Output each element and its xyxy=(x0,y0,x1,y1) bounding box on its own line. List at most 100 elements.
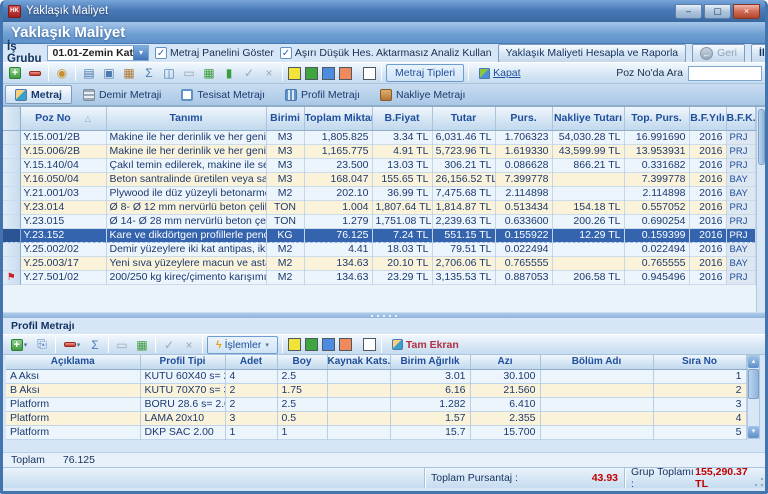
table-row[interactable]: PlatformLAMA 20x1030.51.572.3554 xyxy=(6,411,746,425)
remove-row-button[interactable] xyxy=(26,64,44,82)
table-row[interactable]: Y.21.001/03Plywood ile düz yüzeyli beton… xyxy=(3,186,755,200)
filter-green-button[interactable] xyxy=(305,67,318,80)
column-header[interactable]: Profil Tipi xyxy=(140,355,225,369)
profil-sum-button[interactable]: Σ xyxy=(86,336,104,354)
table-row[interactable]: Y.15.006/2BMakine ile her derinlik ve he… xyxy=(3,144,755,158)
column-header[interactable]: B.F.K. xyxy=(726,107,755,130)
column-header[interactable]: Açıklama xyxy=(6,355,140,369)
profil-filter-white-button[interactable] xyxy=(363,338,376,351)
profil-filter-green-button[interactable] xyxy=(305,338,318,351)
scrollbar-thumb[interactable] xyxy=(748,369,759,399)
column-header[interactable]: Tanımı xyxy=(106,107,266,130)
column-header[interactable]: Birim Ağırlık xyxy=(390,355,470,369)
poz-grid-scrollbar[interactable] xyxy=(756,107,766,312)
resize-grip[interactable] xyxy=(754,477,764,487)
tab-tesisat-metraji[interactable]: Tesisat Metrajı xyxy=(172,85,274,104)
close-button[interactable]: × xyxy=(733,4,760,19)
column-header[interactable]: Poz No△ xyxy=(20,107,106,130)
metraj-tipleri-button[interactable]: Metraj Tipleri xyxy=(386,64,464,82)
metraj-panel-checkbox[interactable]: ✓ Metraj Panelini Göster xyxy=(155,47,274,59)
profil-print-button[interactable]: ▭ xyxy=(113,336,131,354)
is-grubu-combobox[interactable]: 01.01-Zemin Kat ▾ xyxy=(47,45,149,61)
table-row[interactable]: Y.25.002/02Demir yüzeylere iki kat antip… xyxy=(3,242,755,256)
tab-demir-metraji[interactable]: Demir Metraji xyxy=(74,85,170,104)
table-row[interactable]: Y.25.003/17Yeni sıva yüzeylere macun ve … xyxy=(3,256,755,270)
table-row[interactable]: Y.23.014Ø 8- Ø 12 mm nervürlü beton çeli… xyxy=(3,200,755,214)
profil-remove-button[interactable]: ▾ xyxy=(60,336,84,354)
alarm-button[interactable]: ◉ xyxy=(53,64,71,82)
add-row-button[interactable]: + xyxy=(6,64,24,82)
poz-search-input[interactable] xyxy=(688,66,762,81)
maximize-button[interactable]: ▢ xyxy=(704,4,731,19)
sum-button[interactable]: Σ xyxy=(140,64,158,82)
table-row[interactable]: A AksıKUTU 60X40 s= 2 mm42.53.0130.1001 xyxy=(6,369,746,383)
column-header[interactable]: Tutar xyxy=(432,107,495,130)
profil-copy-button[interactable]: ⎘ xyxy=(33,336,51,354)
table-row[interactable]: PlatformBORU 28.6 s= 2.022.51.2826.4103 xyxy=(6,397,746,411)
table-row[interactable]: Y.15.001/2BMakine ile her derinlik ve he… xyxy=(3,130,755,144)
cell: Demir yüzeylere iki kat antipas, iki kat… xyxy=(106,242,266,256)
cell: 16.991690 xyxy=(624,130,689,144)
tab-metraj[interactable]: Metraj xyxy=(5,85,72,104)
scroll-down-icon[interactable]: ▾ xyxy=(748,426,759,438)
table-row[interactable]: B AksıKUTU 70X70 s= 3 mm21.756.1621.5602 xyxy=(6,383,746,397)
column-header[interactable]: Birimi xyxy=(266,107,304,130)
cancel-button[interactable]: × xyxy=(260,64,278,82)
hesapla-raporla-button[interactable]: Yaklaşık Maliyeti Hesapla ve Raporla xyxy=(498,44,687,63)
table-row[interactable]: ⚑Y.27.501/02200/250 kg kireç/çimento kar… xyxy=(3,270,755,284)
print-button[interactable]: ▭ xyxy=(180,64,198,82)
filter-yellow-button[interactable] xyxy=(288,67,301,80)
column-header[interactable]: Bölüm Adı xyxy=(540,355,653,369)
profil-add-button[interactable]: +▾ xyxy=(7,336,31,354)
column-header[interactable]: Kaynak Kats. xyxy=(327,355,390,369)
window-view-button[interactable]: ◫ xyxy=(160,64,178,82)
filter-white-button[interactable] xyxy=(363,67,376,80)
filter-blue-button[interactable] xyxy=(322,67,335,80)
window-icon xyxy=(479,68,490,79)
column-header[interactable]: Boy xyxy=(277,355,327,369)
kapat-button[interactable]: Kapat xyxy=(473,64,526,82)
column-header[interactable]: Azı xyxy=(470,355,540,369)
geri-button[interactable]: ← Geri xyxy=(692,44,745,63)
checkbox-check-icon[interactable]: ✓ xyxy=(155,47,167,59)
column-header[interactable]: Nakliye Tutarı xyxy=(552,107,624,130)
column-header[interactable]: Sıra No xyxy=(653,355,746,369)
scrollbar-thumb[interactable] xyxy=(758,109,765,165)
excel-button[interactable]: ▦ xyxy=(200,64,218,82)
preview-button[interactable]: ▤ xyxy=(80,64,98,82)
profil-grid-scrollbar[interactable]: ▴ ▾ xyxy=(747,355,760,439)
checkbox-check-icon[interactable]: ✓ xyxy=(280,47,292,59)
minimize-button[interactable]: – xyxy=(675,4,702,19)
profil-filter-yellow-button[interactable] xyxy=(288,338,301,351)
profil-filter-blue-button[interactable] xyxy=(322,338,335,351)
column-header[interactable]: Adet xyxy=(225,355,277,369)
profil-excel-button[interactable]: ▦ xyxy=(133,336,151,354)
apply-button[interactable]: ✓ xyxy=(240,64,258,82)
filter-orange-button[interactable] xyxy=(339,67,352,80)
column-header[interactable]: B.F.Yılı xyxy=(689,107,726,130)
analiz-checkbox[interactable]: ✓ Aşırı Düşük Hes. Aktarmasız Analiz Kul… xyxy=(280,47,492,59)
table-row[interactable]: Y.15.140/04Çakıl temin edilerek, makine … xyxy=(3,158,755,172)
tam-ekran-button[interactable]: Tam Ekran xyxy=(386,336,465,354)
column-header[interactable]: B.Fiyat xyxy=(372,107,432,130)
chevron-down-icon[interactable]: ▾ xyxy=(133,46,148,60)
column-header[interactable]: Purs. xyxy=(495,107,552,130)
cell xyxy=(552,172,624,186)
profil-cancel-button[interactable]: × xyxy=(180,336,198,354)
tab-nakliye-metraji[interactable]: Nakliye Metrajı xyxy=(371,85,474,104)
islemler-button[interactable]: ϟ İşlemler ▾ xyxy=(207,336,278,354)
table-row[interactable]: PlatformDKP SAC 2.001115.715.7005 xyxy=(6,425,746,439)
notes-button[interactable]: ▮ xyxy=(220,64,238,82)
table-row[interactable]: Y.23.015Ø 14- Ø 28 mm nervürlü beton çel… xyxy=(3,214,755,228)
ileri-button[interactable]: İleri → xyxy=(751,44,768,63)
scroll-up-icon[interactable]: ▴ xyxy=(748,356,759,368)
table-row[interactable]: Y.23.152Kare ve dikdörtgen profillerle p… xyxy=(3,228,755,242)
column-header[interactable]: Top. Purs. xyxy=(624,107,689,130)
column-header[interactable]: Toplam Miktar xyxy=(304,107,372,130)
transfer-button[interactable]: ▣ xyxy=(100,64,118,82)
profil-apply-button[interactable]: ✓ xyxy=(160,336,178,354)
package-button[interactable]: ▦ xyxy=(120,64,138,82)
tab-profil-metraji[interactable]: Profil Metrajı xyxy=(276,85,369,104)
profil-filter-orange-button[interactable] xyxy=(339,338,352,351)
table-row[interactable]: Y.16.050/04Beton santralinde üretilen ve… xyxy=(3,172,755,186)
